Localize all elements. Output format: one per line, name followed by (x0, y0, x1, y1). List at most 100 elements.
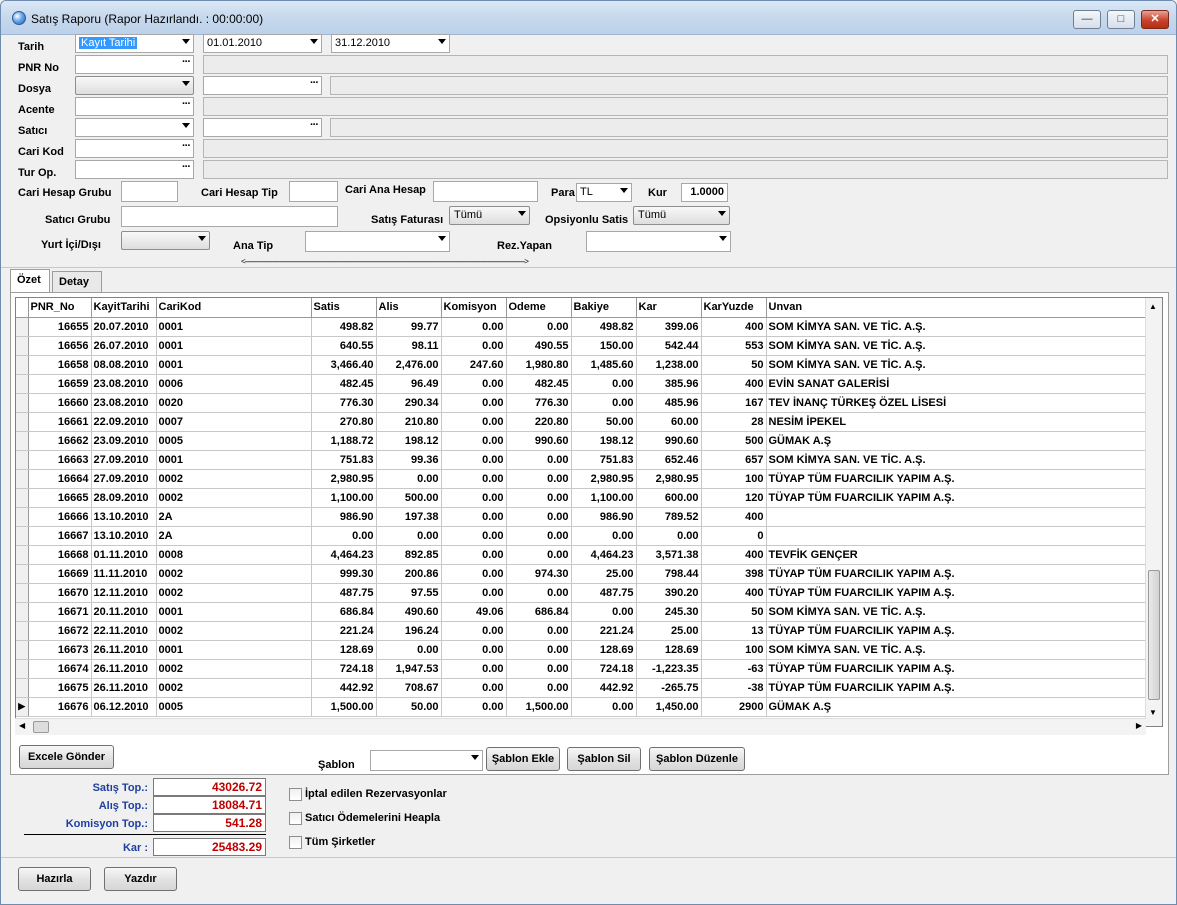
cell-bakiye[interactable]: 0.00 (571, 374, 637, 394)
cell-karyuzde[interactable]: 500 (701, 431, 767, 451)
cell-satis[interactable]: 4,464.23 (311, 545, 377, 565)
cell-unvan[interactable]: EVİN SANAT GALERİSİ (766, 374, 1149, 394)
scroll-left-icon[interactable]: ◀ (19, 721, 25, 730)
cell-pnr_no[interactable]: 16663 (28, 450, 92, 470)
cell-satis[interactable]: 751.83 (311, 450, 377, 470)
cell-alis[interactable]: 708.67 (376, 678, 442, 698)
table-row[interactable]: 16665 28.09.2010 0002 1,100.00 500.00 0.00 0.0… (16, 488, 1149, 508)
cell-kayittarihi[interactable]: 22.09.2010 (91, 412, 157, 432)
row-indicator[interactable] (16, 317, 29, 337)
cell-karyuzde[interactable]: 400 (701, 545, 767, 565)
cell-carikod[interactable]: 0002 (156, 564, 312, 584)
cell-alis[interactable]: 96.49 (376, 374, 442, 394)
column-header-pnr_no[interactable]: PNR_No (28, 298, 92, 318)
cell-karyuzde[interactable]: 100 (701, 640, 767, 660)
cell-kar[interactable]: 485.96 (636, 393, 702, 413)
table-row[interactable]: 16663 27.09.2010 0001 751.83 99.36 0.00 0.00 75… (16, 450, 1149, 470)
cell-unvan[interactable]: SOM KİMYA SAN. VE TİC. A.Ş. (766, 450, 1149, 470)
cell-unvan[interactable]: GÜMAK A.Ş (766, 431, 1149, 451)
cell-kayittarihi[interactable]: 23.08.2010 (91, 393, 157, 413)
maximize-button[interactable]: □ (1107, 10, 1135, 29)
hscroll-thumb[interactable] (33, 721, 49, 733)
cell-bakiye[interactable]: 25.00 (571, 564, 637, 584)
cell-alis[interactable]: 1,947.53 (376, 659, 442, 679)
cell-komisyon[interactable]: 0.00 (441, 545, 507, 565)
cell-pnr_no[interactable]: 16661 (28, 412, 92, 432)
table-row[interactable]: 16664 27.09.2010 0002 2,980.95 0.00 0.00 0.00 2… (16, 469, 1149, 489)
yazdir-button[interactable]: Yazdır (104, 867, 177, 891)
cell-satis[interactable]: 270.80 (311, 412, 377, 432)
table-row[interactable]: 16655 20.07.2010 0001 498.82 99.77 0.00 0.00 49… (16, 317, 1149, 337)
cell-kar[interactable]: 128.69 (636, 640, 702, 660)
cell-satis[interactable]: 487.75 (311, 583, 377, 603)
cell-alis[interactable]: 0.00 (376, 526, 442, 546)
cell-kayittarihi[interactable]: 13.10.2010 (91, 526, 157, 546)
cell-alis[interactable]: 290.34 (376, 393, 442, 413)
cell-kar[interactable]: 245.30 (636, 602, 702, 622)
cell-karyuzde[interactable]: -38 (701, 678, 767, 698)
cell-satis[interactable]: 640.55 (311, 336, 377, 356)
cell-pnr_no[interactable]: 16669 (28, 564, 92, 584)
cell-carikod[interactable]: 0002 (156, 488, 312, 508)
vertical-scrollbar[interactable]: ▲ ▼ (1145, 298, 1162, 726)
cell-kar[interactable]: 2,980.95 (636, 469, 702, 489)
hazirla-button[interactable]: Hazırla (18, 867, 91, 891)
table-row[interactable]: 16662 23.09.2010 0005 1,188.72 198.12 0.00 990… (16, 431, 1149, 451)
table-row[interactable]: 16672 22.11.2010 0002 221.24 196.24 0.00 0.00 2… (16, 621, 1149, 641)
column-header-odeme[interactable]: Odeme (506, 298, 572, 318)
table-row[interactable]: 16668 01.11.2010 0008 4,464.23 892.85 0.00 0.0… (16, 545, 1149, 565)
cell-carikod[interactable]: 0001 (156, 317, 312, 337)
cell-kar[interactable]: 1,450.00 (636, 697, 702, 717)
cell-kar[interactable]: 25.00 (636, 621, 702, 641)
cell-alis[interactable]: 97.55 (376, 583, 442, 603)
cell-alis[interactable]: 98.11 (376, 336, 442, 356)
cell-kar[interactable]: -265.75 (636, 678, 702, 698)
satici-select[interactable] (75, 118, 194, 137)
row-indicator[interactable] (16, 602, 29, 622)
cell-bakiye[interactable]: 1,485.60 (571, 355, 637, 375)
cell-pnr_no[interactable]: 16659 (28, 374, 92, 394)
row-indicator[interactable] (16, 507, 29, 527)
row-indicator[interactable] (16, 678, 29, 698)
cell-karyuzde[interactable]: 398 (701, 564, 767, 584)
cell-komisyon[interactable]: 0.00 (441, 621, 507, 641)
cell-carikod[interactable]: 2A (156, 507, 312, 527)
cell-komisyon[interactable]: 0.00 (441, 374, 507, 394)
cell-pnr_no[interactable]: 16671 (28, 602, 92, 622)
cell-odeme[interactable]: 0.00 (506, 526, 572, 546)
cell-unvan[interactable]: TEVFİK GENÇER (766, 545, 1149, 565)
cell-odeme[interactable]: 0.00 (506, 469, 572, 489)
cell-satis[interactable]: 986.90 (311, 507, 377, 527)
row-indicator[interactable] (16, 469, 29, 489)
cell-kayittarihi[interactable]: 08.08.2010 (91, 355, 157, 375)
cell-alis[interactable]: 197.38 (376, 507, 442, 527)
table-row[interactable]: 16658 08.08.2010 0001 3,466.40 2,476.00 247.6… (16, 355, 1149, 375)
cell-carikod[interactable]: 0002 (156, 583, 312, 603)
satici-grubu-input[interactable] (121, 206, 338, 227)
cell-karyuzde[interactable]: 167 (701, 393, 767, 413)
cell-kayittarihi[interactable]: 27.09.2010 (91, 450, 157, 470)
cell-odeme[interactable]: 1,500.00 (506, 697, 572, 717)
cell-unvan[interactable] (766, 526, 1149, 546)
ellipsis-icon[interactable]: ··· (182, 56, 191, 68)
table-row[interactable]: 16656 26.07.2010 0001 640.55 98.11 0.00 490.55… (16, 336, 1149, 356)
cell-carikod[interactable]: 0001 (156, 602, 312, 622)
cell-kar[interactable]: -1,223.35 (636, 659, 702, 679)
cell-odeme[interactable]: 490.55 (506, 336, 572, 356)
cell-carikod[interactable]: 0005 (156, 697, 312, 717)
cell-odeme[interactable]: 482.45 (506, 374, 572, 394)
cell-komisyon[interactable]: 0.00 (441, 488, 507, 508)
cell-kar[interactable]: 542.44 (636, 336, 702, 356)
cell-kayittarihi[interactable]: 22.11.2010 (91, 621, 157, 641)
table-row[interactable]: 16667 13.10.2010 2A 0.00 0.00 0.00 0.00 0.00 0.0… (16, 526, 1149, 546)
column-header-satis[interactable]: Satis (311, 298, 377, 318)
cell-komisyon[interactable]: 0.00 (441, 469, 507, 489)
horizontal-scrollbar[interactable]: ◀ ▶ (15, 718, 1146, 735)
table-row[interactable]: 16670 12.11.2010 0002 487.75 97.55 0.00 0.00 48… (16, 583, 1149, 603)
cell-kar[interactable]: 789.52 (636, 507, 702, 527)
table-row[interactable]: 16666 13.10.2010 2A 986.90 197.38 0.00 0.00 986… (16, 507, 1149, 527)
cell-carikod[interactable]: 0007 (156, 412, 312, 432)
cell-karyuzde[interactable]: 400 (701, 317, 767, 337)
row-indicator[interactable] (16, 659, 29, 679)
cell-carikod[interactable]: 0006 (156, 374, 312, 394)
